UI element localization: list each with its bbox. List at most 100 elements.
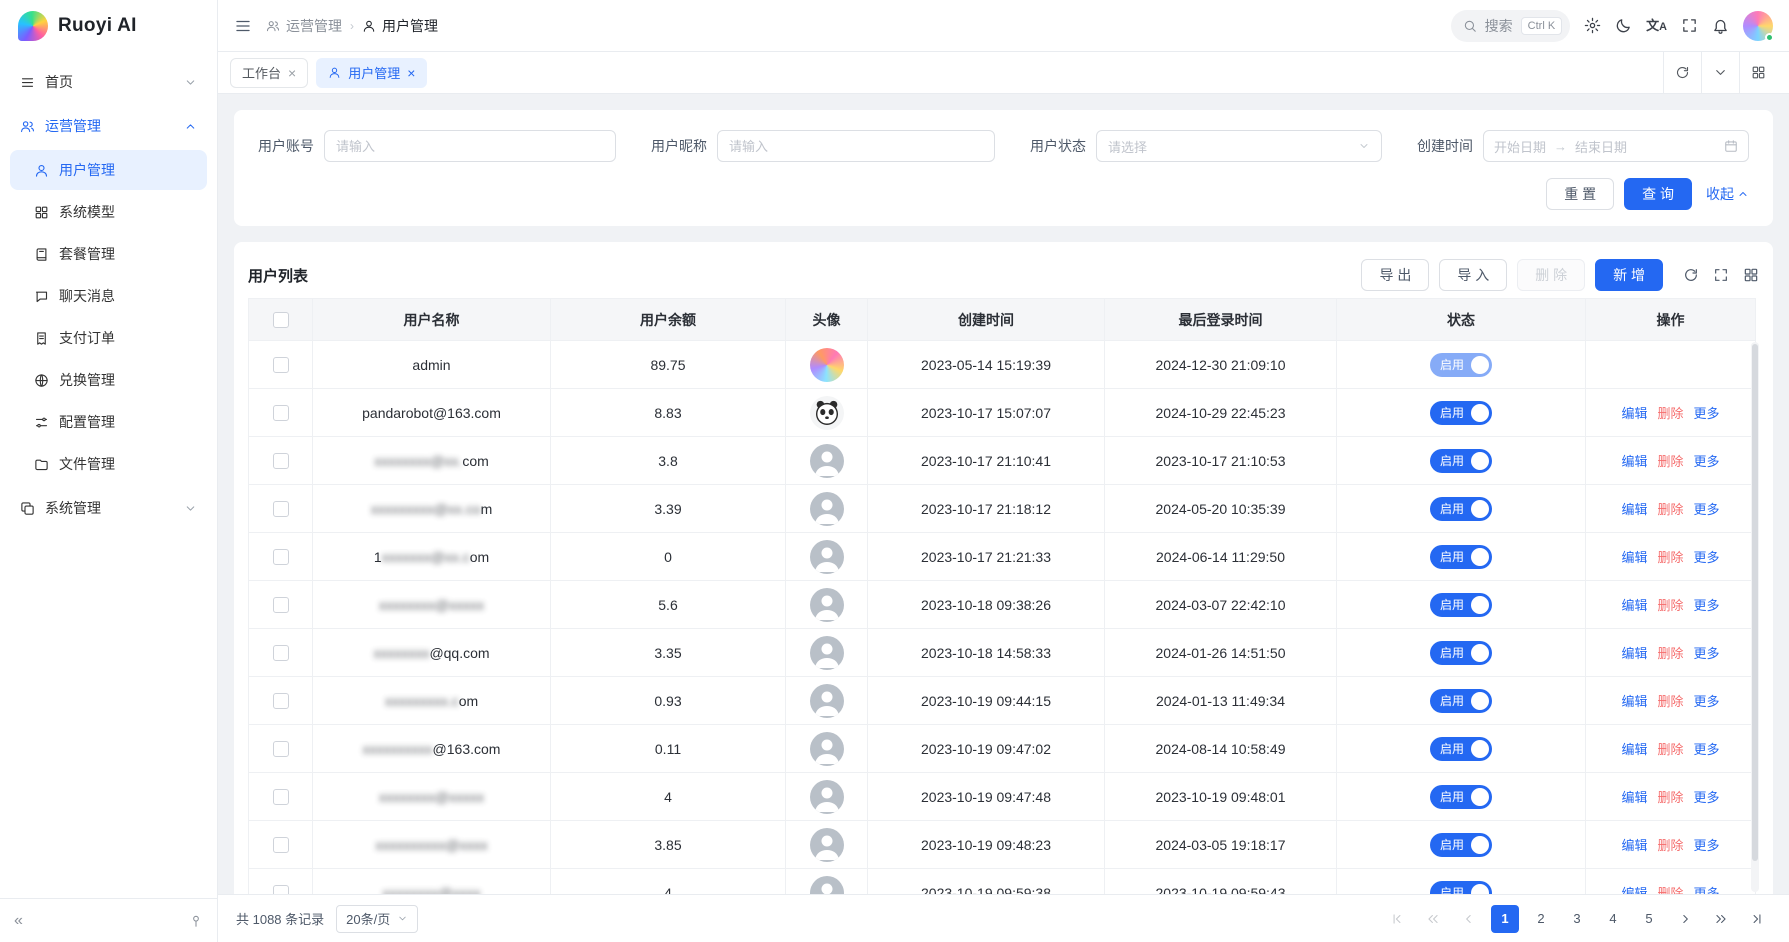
page-button-3[interactable]: 3 xyxy=(1563,905,1591,933)
breadcrumb-item-users[interactable]: 用户管理 xyxy=(362,16,438,36)
edit-link[interactable]: 编辑 xyxy=(1621,406,1647,421)
sidebar-item-home[interactable]: 首页 xyxy=(10,60,207,104)
row-checkbox[interactable] xyxy=(273,405,289,421)
more-link[interactable]: 更多 xyxy=(1694,838,1720,853)
sidebar-subitem[interactable]: 支付订单 xyxy=(10,318,207,358)
first-page-button[interactable] xyxy=(1383,905,1411,933)
column-settings-icon[interactable] xyxy=(1743,267,1759,283)
tab-user-management[interactable]: 用户管理 × xyxy=(316,58,427,88)
tab-workbench[interactable]: 工作台 × xyxy=(230,58,308,88)
row-checkbox[interactable] xyxy=(273,837,289,853)
next-page-button[interactable] xyxy=(1671,905,1699,933)
edit-link[interactable]: 编辑 xyxy=(1621,742,1647,757)
reset-button[interactable]: 重 置 xyxy=(1546,178,1614,210)
translate-icon[interactable]: 文A xyxy=(1646,19,1667,33)
date-range-picker[interactable]: 开始日期 → 结束日期 xyxy=(1483,130,1749,162)
sidebar-item-operations[interactable]: 运营管理 xyxy=(10,104,207,148)
export-button[interactable]: 导 出 xyxy=(1361,259,1429,291)
delete-link[interactable]: 删除 xyxy=(1657,550,1683,565)
delete-link[interactable]: 删除 xyxy=(1657,646,1683,661)
refresh-icon[interactable] xyxy=(1663,52,1701,93)
delete-link[interactable]: 删除 xyxy=(1657,838,1683,853)
edit-link[interactable]: 编辑 xyxy=(1621,646,1647,661)
more-link[interactable]: 更多 xyxy=(1694,598,1720,613)
status-toggle[interactable]: 启用 xyxy=(1430,833,1492,857)
row-checkbox[interactable] xyxy=(273,453,289,469)
status-toggle[interactable]: 启用 xyxy=(1430,641,1492,665)
status-toggle[interactable]: 启用 xyxy=(1430,353,1492,377)
row-checkbox[interactable] xyxy=(273,549,289,565)
app-logo[interactable]: Ruoyi AI xyxy=(0,0,217,52)
sidebar-subitem[interactable]: 用户管理 xyxy=(10,150,207,190)
layout-grid-icon[interactable] xyxy=(1739,52,1777,93)
page-size-select[interactable]: 20条/页 xyxy=(336,905,418,933)
edit-link[interactable]: 编辑 xyxy=(1621,694,1647,709)
sidebar-subitem[interactable]: 文件管理 xyxy=(10,444,207,484)
delete-link[interactable]: 删除 xyxy=(1657,694,1683,709)
fullscreen-icon[interactable] xyxy=(1713,267,1729,283)
prev-page-button[interactable] xyxy=(1455,905,1483,933)
chevron-down-icon[interactable] xyxy=(1701,52,1739,93)
row-checkbox[interactable] xyxy=(273,693,289,709)
more-link[interactable]: 更多 xyxy=(1694,406,1720,421)
pin-icon[interactable] xyxy=(189,914,203,928)
last-page-button[interactable] xyxy=(1743,905,1771,933)
delete-link[interactable]: 删除 xyxy=(1657,454,1683,469)
delete-button[interactable]: 删 除 xyxy=(1517,259,1585,291)
more-link[interactable]: 更多 xyxy=(1694,694,1720,709)
refresh-icon[interactable] xyxy=(1683,267,1699,283)
status-toggle[interactable]: 启用 xyxy=(1430,737,1492,761)
more-link[interactable]: 更多 xyxy=(1694,550,1720,565)
forward-5-pages-button[interactable] xyxy=(1707,905,1735,933)
edit-link[interactable]: 编辑 xyxy=(1621,790,1647,805)
status-toggle[interactable]: 启用 xyxy=(1430,449,1492,473)
sidebar-item-system[interactable]: 系统管理 xyxy=(10,486,207,530)
row-checkbox[interactable] xyxy=(273,501,289,517)
row-checkbox[interactable] xyxy=(273,357,289,373)
row-checkbox[interactable] xyxy=(273,645,289,661)
delete-link[interactable]: 删除 xyxy=(1657,406,1683,421)
bell-icon[interactable] xyxy=(1712,17,1729,34)
nickname-input[interactable] xyxy=(717,130,995,162)
search-button[interactable]: 查 询 xyxy=(1624,178,1692,210)
scrollbar-thumb[interactable] xyxy=(1752,344,1758,861)
edit-link[interactable]: 编辑 xyxy=(1621,598,1647,613)
more-link[interactable]: 更多 xyxy=(1694,790,1720,805)
status-toggle[interactable]: 启用 xyxy=(1430,593,1492,617)
user-avatar[interactable] xyxy=(1743,11,1773,41)
sidebar-subitem[interactable]: 系统模型 xyxy=(10,192,207,232)
moon-icon[interactable] xyxy=(1615,17,1632,34)
collapse-sidebar-button[interactable]: « xyxy=(14,913,23,929)
account-input[interactable] xyxy=(324,130,616,162)
delete-link[interactable]: 删除 xyxy=(1657,502,1683,517)
page-button-2[interactable]: 2 xyxy=(1527,905,1555,933)
hamburger-menu-icon[interactable] xyxy=(234,17,252,35)
sidebar-subitem[interactable]: 套餐管理 xyxy=(10,234,207,274)
row-checkbox[interactable] xyxy=(273,885,289,894)
delete-link[interactable]: 删除 xyxy=(1657,790,1683,805)
edit-link[interactable]: 编辑 xyxy=(1621,550,1647,565)
page-button-5[interactable]: 5 xyxy=(1635,905,1663,933)
more-link[interactable]: 更多 xyxy=(1694,742,1720,757)
delete-link[interactable]: 删除 xyxy=(1657,886,1683,894)
close-icon[interactable]: × xyxy=(288,66,296,80)
edit-link[interactable]: 编辑 xyxy=(1621,886,1647,894)
sidebar-subitem[interactable]: 配置管理 xyxy=(10,402,207,442)
delete-link[interactable]: 删除 xyxy=(1657,742,1683,757)
row-checkbox[interactable] xyxy=(273,741,289,757)
global-search[interactable]: 搜索 Ctrl K xyxy=(1451,10,1571,42)
status-toggle[interactable]: 启用 xyxy=(1430,785,1492,809)
more-link[interactable]: 更多 xyxy=(1694,502,1720,517)
gear-icon[interactable] xyxy=(1584,17,1601,34)
more-link[interactable]: 更多 xyxy=(1694,454,1720,469)
status-toggle[interactable]: 启用 xyxy=(1430,881,1492,895)
page-button-4[interactable]: 4 xyxy=(1599,905,1627,933)
more-link[interactable]: 更多 xyxy=(1694,886,1720,894)
status-toggle[interactable]: 启用 xyxy=(1430,401,1492,425)
fullscreen-icon[interactable] xyxy=(1681,17,1698,34)
edit-link[interactable]: 编辑 xyxy=(1621,838,1647,853)
edit-link[interactable]: 编辑 xyxy=(1621,502,1647,517)
page-button-1[interactable]: 1 xyxy=(1491,905,1519,933)
status-toggle[interactable]: 启用 xyxy=(1430,689,1492,713)
more-link[interactable]: 更多 xyxy=(1694,646,1720,661)
